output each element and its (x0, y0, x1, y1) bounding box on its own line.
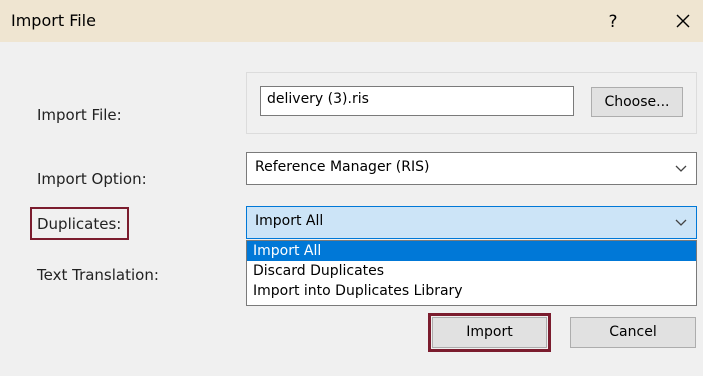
import-option-select[interactable]: Reference Manager (RIS) (246, 152, 697, 185)
import-button[interactable]: Import (432, 317, 547, 348)
close-button[interactable] (668, 8, 698, 36)
duplicates-value: Import All (255, 213, 324, 229)
dropdown-option-import-into-duplicates-library[interactable]: Import into Duplicates Library (247, 281, 696, 301)
chevron-down-icon (675, 219, 687, 226)
import-file-label: Import File: (37, 106, 122, 124)
duplicates-label: Duplicates: (37, 215, 122, 233)
import-file-dialog: Import File ? Import File: Import Option… (0, 0, 703, 376)
chevron-down-icon (675, 165, 687, 172)
import-option-label: Import Option: (37, 170, 147, 188)
duplicates-select[interactable]: Import All (246, 206, 697, 239)
close-icon (676, 14, 690, 28)
dropdown-option-import-all[interactable]: Import All (247, 241, 696, 261)
choose-button[interactable]: Choose... (591, 87, 683, 117)
help-button[interactable]: ? (599, 9, 627, 35)
import-option-value: Reference Manager (RIS) (255, 159, 430, 175)
import-file-input[interactable]: delivery (3).ris (260, 86, 574, 116)
cancel-button[interactable]: Cancel (570, 317, 696, 348)
dialog-title: Import File (11, 11, 96, 30)
dropdown-option-discard-duplicates[interactable]: Discard Duplicates (247, 261, 696, 281)
text-translation-label: Text Translation: (37, 266, 159, 284)
duplicates-dropdown-list: Import All Discard Duplicates Import int… (246, 240, 697, 306)
title-bar[interactable]: Import File ? (0, 0, 703, 42)
